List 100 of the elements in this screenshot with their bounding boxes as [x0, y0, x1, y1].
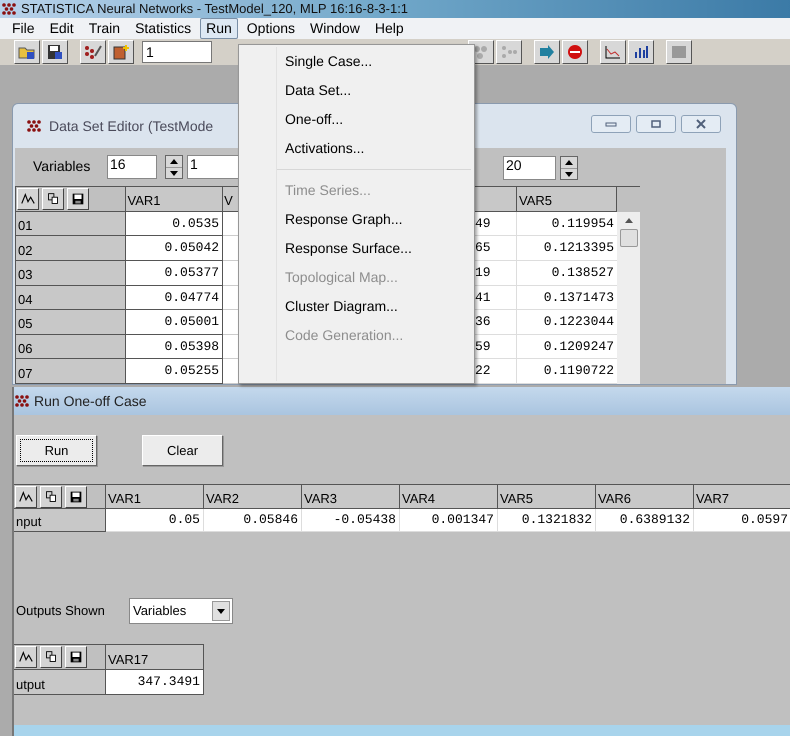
table-cell: 41: [475, 286, 517, 310]
logo-icon: [27, 120, 41, 132]
table-cell: 0.1213395: [517, 236, 617, 262]
dropdown-arrow-icon: [217, 608, 225, 614]
table-cell: 65: [475, 236, 517, 262]
push-button[interactable]: Clear: [142, 435, 223, 466]
column-header: VAR2: [204, 485, 302, 509]
menu-item[interactable]: File: [6, 18, 41, 39]
save-icon: [68, 488, 84, 504]
network-icon: [84, 44, 102, 60]
row-header: 06: [16, 334, 126, 360]
menu-item[interactable]: Help: [368, 18, 410, 39]
table-cell: 0.0597: [694, 509, 790, 532]
menu-item[interactable]: Run: [200, 18, 238, 39]
toolbar-button[interactable]: [80, 40, 106, 64]
number-field[interactable]: 1: [142, 41, 212, 63]
number-field[interactable]: 20: [503, 156, 556, 180]
column-header: VAR17: [106, 645, 204, 670]
menu-item[interactable]: Statistics: [129, 18, 198, 39]
column-header: VAR5: [498, 485, 596, 509]
toolbar-button[interactable]: [534, 40, 560, 64]
spin-button[interactable]: [560, 156, 578, 180]
table-cell: 0.1321832: [498, 509, 596, 532]
column-header: VAR4: [400, 485, 498, 509]
menu-item[interactable]: Data Set...: [285, 76, 471, 105]
new-document-icon: [112, 44, 130, 60]
table-cell: 0.05377: [126, 261, 224, 286]
menu-item[interactable]: Window: [304, 18, 366, 39]
minimize-button[interactable]: [591, 115, 631, 133]
table-cell: 59: [475, 334, 517, 360]
copy-icon: [43, 488, 59, 504]
table-cell: 0.138527: [517, 261, 617, 286]
toolbar-button[interactable]: [628, 40, 654, 64]
table-cell: 0.05398: [126, 334, 224, 360]
column-header: VAR1: [126, 186, 224, 212]
table-cell: 49: [475, 212, 517, 236]
toolbar-button[interactable]: [562, 40, 588, 64]
graph-icon: [18, 488, 34, 504]
toolbar-button[interactable]: [108, 40, 134, 64]
menu-item[interactable]: Train: [82, 18, 126, 39]
row-header: 02: [16, 236, 126, 262]
spin-button[interactable]: [165, 154, 183, 179]
table-cell: 19: [475, 261, 517, 286]
table-tool-button[interactable]: [42, 188, 64, 210]
table-tool-button[interactable]: [65, 646, 87, 668]
table-cell: [223, 334, 238, 360]
table-tool-button[interactable]: [65, 486, 87, 508]
logo-icon: [15, 395, 29, 407]
toolbar-button[interactable]: [42, 40, 68, 64]
table-cell: 0.05042: [126, 236, 224, 262]
table-cell: 0.1223044: [517, 310, 617, 335]
field-label: Outputs Shown: [16, 602, 106, 620]
table-cell: 0.04774: [126, 286, 224, 310]
menu-item[interactable]: Activations...: [285, 134, 471, 163]
table-cell: 0.001347: [400, 509, 498, 532]
table-tool-button[interactable]: [15, 646, 37, 668]
network-icon: [500, 44, 518, 60]
table-cell: 0.05: [106, 509, 204, 532]
toolbar-button[interactable]: [496, 40, 522, 64]
maximize-button[interactable]: [636, 115, 676, 133]
column-header: VAR6: [596, 485, 694, 509]
table-cell: 36: [475, 310, 517, 335]
column-header: VAR7: [694, 485, 790, 509]
table-tool-button[interactable]: [40, 486, 62, 508]
row-header: 01: [16, 212, 126, 236]
row-header: 07: [16, 359, 126, 384]
row-header: 03: [16, 261, 126, 286]
table-cell: 22: [475, 359, 517, 384]
menu-item[interactable]: Options: [240, 18, 302, 39]
push-button[interactable]: Run: [16, 435, 97, 466]
vertical-scrollbar[interactable]: [617, 212, 640, 384]
table-cell: 0.1190722: [517, 359, 617, 384]
close-button[interactable]: [681, 115, 721, 133]
number-field[interactable]: 16: [107, 154, 157, 179]
table-cell: [223, 261, 238, 286]
menu-item[interactable]: Response Surface...: [285, 234, 471, 263]
toolbar-button[interactable]: [600, 40, 626, 64]
table-tool-button[interactable]: [67, 188, 89, 210]
table-tool-button[interactable]: [40, 646, 62, 668]
table-cell: 0.119954: [517, 212, 617, 236]
table-tool-button[interactable]: [15, 486, 37, 508]
scroll-thumb[interactable]: [620, 228, 638, 247]
menu-item[interactable]: Response Graph...: [285, 205, 471, 234]
table-cell: -0.05438: [302, 509, 400, 532]
toolbar-button[interactable]: [14, 40, 40, 64]
menu-item[interactable]: Cluster Diagram...: [285, 292, 471, 321]
table-cell: [223, 359, 238, 384]
table-cell: 0.1371473: [517, 286, 617, 310]
table-cell: [223, 236, 238, 262]
toolbar-button[interactable]: [666, 40, 692, 64]
menu-item[interactable]: Edit: [44, 18, 80, 39]
row-header: utput: [14, 670, 106, 695]
save-icon: [70, 190, 86, 207]
window-title: Data Set Editor (TestMode: [49, 116, 214, 136]
table-tool-button[interactable]: [17, 188, 39, 210]
menu-item[interactable]: Single Case...: [285, 47, 471, 76]
menu-item[interactable]: One-off...: [285, 105, 471, 134]
dropdown[interactable]: Variables: [129, 598, 233, 624]
row-header: 04: [16, 286, 126, 310]
row-header: nput: [14, 509, 106, 532]
